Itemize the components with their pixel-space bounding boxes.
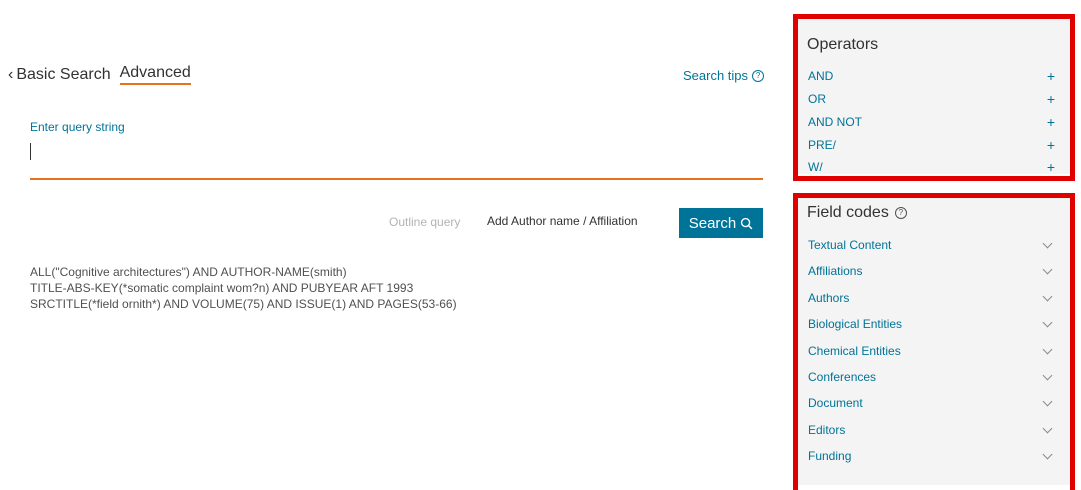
search-button-label: Search — [688, 214, 737, 232]
highlight-box-operators — [793, 14, 1075, 181]
add-author-affiliation-button[interactable]: Add Author name / Affiliation — [487, 214, 638, 228]
example-query: TITLE-ABS-KEY(*somatic complaint wom?n) … — [30, 281, 414, 295]
chevron-left-icon[interactable]: ‹ — [8, 66, 13, 84]
query-label: Enter query string — [30, 120, 125, 134]
example-query: SRCTITLE(*field ornith*) AND VOLUME(75) … — [30, 297, 457, 311]
search-tips-label[interactable]: Search tips — [683, 68, 748, 83]
tab-basic-search[interactable]: Basic Search — [16, 66, 110, 84]
magnifier-icon — [741, 217, 753, 229]
query-input-cursor[interactable] — [30, 143, 31, 160]
outline-query-button[interactable]: Outline query — [389, 215, 460, 229]
question-circle-icon: ? — [752, 69, 765, 82]
query-input-underline — [30, 178, 763, 180]
example-query: ALL("Cognitive architectures") AND AUTHO… — [30, 265, 347, 279]
search-mode-tabs: ‹ Basic Search Advanced — [8, 64, 191, 85]
highlight-box-field-codes — [793, 193, 1075, 490]
search-button[interactable]: Search — [679, 208, 763, 238]
example-queries: ALL("Cognitive architectures") AND AUTHO… — [30, 264, 457, 312]
search-tips-link[interactable]: Search tips ? — [683, 68, 765, 83]
tab-advanced[interactable]: Advanced — [119, 64, 191, 85]
